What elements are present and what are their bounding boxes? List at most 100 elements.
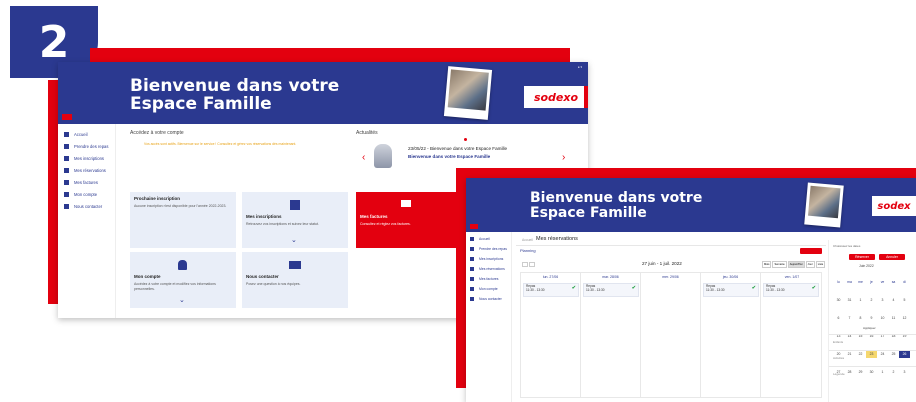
calendar-day[interactable]: 31 xyxy=(844,296,855,304)
card-factures-title: Mes factures xyxy=(360,214,388,219)
calendar-day[interactable]: 10 xyxy=(877,314,888,322)
sidebar-item-accueil[interactable]: Accueil xyxy=(466,234,511,244)
calendar-day[interactable]: 3 xyxy=(899,368,910,376)
chevron-down-icon[interactable]: ⌄ xyxy=(291,236,297,244)
panel-row-legende[interactable]: Légende xyxy=(833,372,845,376)
reservation-slot[interactable]: Repas 11:30 - 13:30 ✔ xyxy=(523,283,579,297)
calendar-day[interactable]: 2 xyxy=(866,296,877,304)
sidebar-item-repas[interactable]: Prendre des repas xyxy=(58,140,115,152)
apply-button[interactable]: Appliquer xyxy=(863,326,876,330)
mail-icon xyxy=(64,203,69,209)
panel-row-activites[interactable]: Activités xyxy=(833,356,844,360)
sidebar-item-contact[interactable]: Nous contacter xyxy=(466,294,511,304)
home-icon xyxy=(64,131,69,137)
calendar-day[interactable]: 9 xyxy=(866,314,877,322)
calendar-day[interactable]: 5 xyxy=(899,296,910,304)
chevron-down-icon[interactable]: ⌄ xyxy=(179,296,185,304)
calendar-day[interactable]: 28 xyxy=(844,368,855,376)
calendar-weekday: ma xyxy=(847,280,852,284)
calendar-weekday: ve xyxy=(880,280,885,284)
day-header-mon: lun. 27/06 xyxy=(542,275,559,279)
screenshot-reservations: Bienvenue dans votre Espace Famille sode… xyxy=(466,178,916,402)
news-next-button[interactable]: › xyxy=(562,152,565,163)
card-compte-text: Accédez à votre compte et modifiez vos i… xyxy=(134,282,216,291)
reserver-button[interactable]: Réserver xyxy=(849,254,875,260)
sidebar-item-accueil[interactable]: Accueil xyxy=(58,128,115,140)
sidebar-item-compte[interactable]: Mon compte xyxy=(58,188,115,200)
prev-week-button[interactable] xyxy=(522,262,528,267)
calendar-weekday: me xyxy=(858,280,863,284)
sidebar-item-contact[interactable]: Nous contacter xyxy=(58,200,115,212)
calendar-day[interactable]: 30 xyxy=(833,296,844,304)
view-aujourdhui-button[interactable]: Aujourd'hui xyxy=(787,261,805,268)
sodexo-logo: sodex xyxy=(872,196,916,216)
news-prev-button[interactable]: ‹ xyxy=(362,152,365,163)
view-liste-button[interactable]: Liste xyxy=(815,261,826,268)
sidebar-item-reservations[interactable]: Mes réservations xyxy=(466,264,511,274)
sidebar-item-compte[interactable]: Mon compte xyxy=(466,284,511,294)
card-nous-contacter[interactable]: Nous contacter Posez une question à nos … xyxy=(242,252,348,308)
card-inscriptions-text: Retrouvez vos inscriptions et suivez leu… xyxy=(246,222,319,226)
news-link[interactable]: Bienvenue dans votre Espace Famille xyxy=(408,154,490,159)
view-mois-button[interactable]: Mois xyxy=(762,261,772,268)
reservation-slot[interactable]: Repas 11:30 - 13:30 ✔ xyxy=(703,283,759,297)
panel-row-enfants[interactable]: Enfants xyxy=(833,340,843,344)
calendar-day[interactable]: 11 xyxy=(888,314,899,322)
card-prochaine-text: Aucune inscription n'est disponible pour… xyxy=(134,204,227,208)
card-mes-inscriptions[interactable]: Mes inscriptions Retrouvez vos inscripti… xyxy=(242,192,348,248)
view-semaine-button[interactable]: Semaine xyxy=(772,261,787,268)
banner-title-line1: Bienvenue dans votre xyxy=(530,190,703,206)
calendar-day[interactable]: 4 xyxy=(888,296,899,304)
calendar-day[interactable]: 8 xyxy=(855,314,866,322)
calendar-month: Juin 2022 xyxy=(859,264,874,268)
next-week-button[interactable] xyxy=(529,262,535,267)
calendar-icon xyxy=(64,167,69,173)
sidebar-item-factures[interactable]: Mes factures xyxy=(466,274,511,284)
calendar-icon xyxy=(470,267,474,271)
planning-label: Planning xyxy=(520,248,536,253)
calendar-day[interactable]: 25 xyxy=(888,350,899,358)
calendar-day[interactable]: 23 xyxy=(866,350,877,358)
reservations-sidebar: Accueil Prendre des repas Mes inscriptio… xyxy=(466,232,512,402)
calendar-day[interactable]: 1 xyxy=(877,368,888,376)
day-header-fri: ven. 1/07 xyxy=(784,275,800,279)
calendar-day[interactable]: 26 xyxy=(899,350,910,358)
account-heading: Accédez à votre compte xyxy=(130,130,184,136)
meal-icon xyxy=(64,143,69,149)
calendar-day[interactable]: 29 xyxy=(855,368,866,376)
breadcrumb-home[interactable]: Accueil xyxy=(522,238,533,242)
calendar-day[interactable]: 1 xyxy=(855,296,866,304)
sidebar-item-inscriptions[interactable]: Mes inscriptions xyxy=(58,152,115,164)
reservation-slot[interactable]: Repas 11:30 - 13:30 ✔ xyxy=(763,283,819,297)
card-mon-compte[interactable]: Mon compte Accédez à votre compte et mod… xyxy=(130,252,236,308)
view-jour-button[interactable]: Jour xyxy=(805,261,815,268)
calendar-day[interactable]: 3 xyxy=(877,296,888,304)
calendar-day[interactable]: 12 xyxy=(899,314,910,322)
calendar-day[interactable]: 21 xyxy=(844,350,855,358)
check-icon: ✔ xyxy=(571,285,576,291)
calendar-day[interactable]: 30 xyxy=(866,368,877,376)
calendar-weekday: je xyxy=(870,280,873,284)
panel-heading: Choisissez les dates xyxy=(833,244,861,248)
user-icon xyxy=(64,191,69,197)
card-contacter-title: Nous contacter xyxy=(246,274,279,279)
reservation-slot[interactable]: Repas 11:30 - 13:30 ✔ xyxy=(583,283,639,297)
calendar-day[interactable]: 6 xyxy=(833,314,844,322)
add-reservation-button[interactable] xyxy=(800,248,822,254)
sidebar-item-inscriptions[interactable]: Mes inscriptions xyxy=(466,254,511,264)
day-column-wed: mer. 29/06 xyxy=(641,273,701,397)
sidebar-item-repas[interactable]: Prendre des repas xyxy=(466,244,511,254)
list-icon xyxy=(64,155,69,161)
calendar-day[interactable]: 22 xyxy=(855,350,866,358)
sidebar-item-reservations[interactable]: Mes réservations xyxy=(58,164,115,176)
banner-title-line2: Espace Famille xyxy=(530,204,647,221)
menu-toggle-button[interactable] xyxy=(470,224,478,229)
sidebar-item-factures[interactable]: Mes factures xyxy=(58,176,115,188)
calendar-day[interactable]: 7 xyxy=(844,314,855,322)
user-menu[interactable]: ● ▾ xyxy=(578,65,582,69)
calendar-day[interactable]: 2 xyxy=(888,368,899,376)
annuler-button[interactable]: Annuler xyxy=(879,254,905,260)
card-factures[interactable]: Mes factures Consultez et réglez vos fac… xyxy=(356,192,456,248)
calendar-day[interactable]: 24 xyxy=(877,350,888,358)
menu-toggle-button[interactable] xyxy=(62,114,72,120)
